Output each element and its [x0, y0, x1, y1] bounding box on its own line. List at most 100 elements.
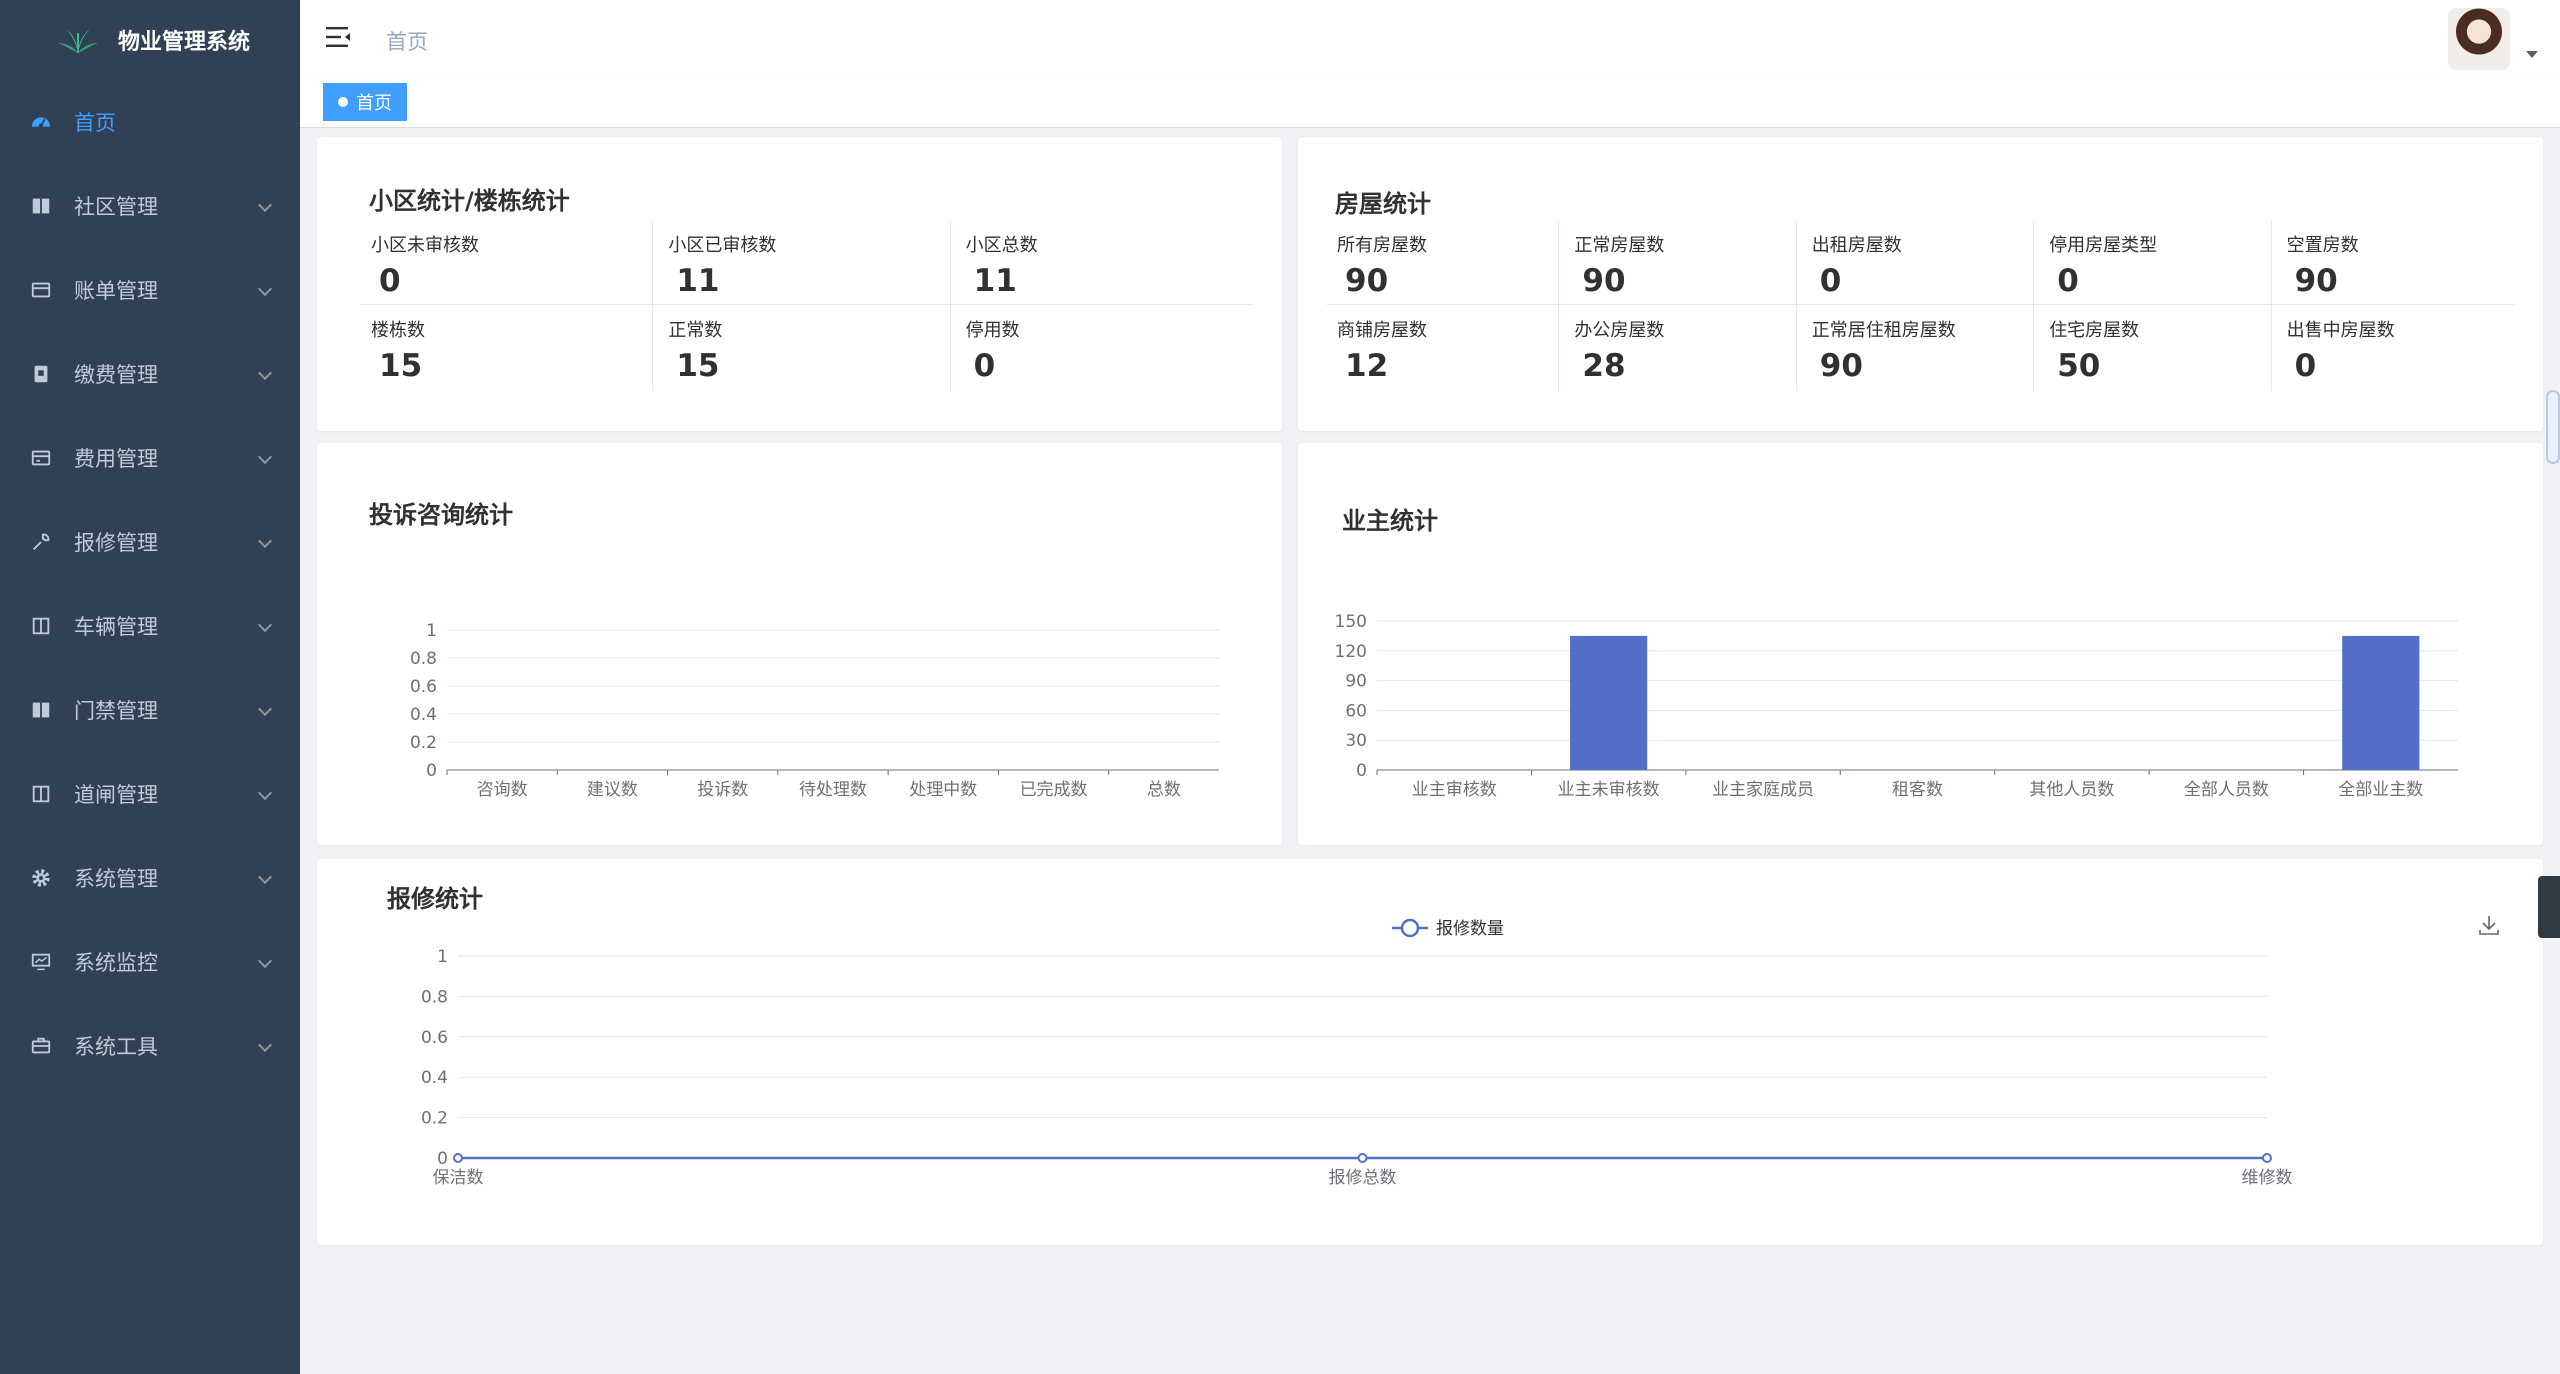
data-point: [453, 1153, 463, 1163]
stat-label: 正常房屋数: [1574, 235, 1665, 256]
sidebar-item-2[interactable]: 账单管理: [0, 248, 300, 332]
fee-icon: [28, 445, 54, 471]
divider: [652, 221, 654, 391]
sidebar: 物业管理系统 首页 社区管理账单管理缴费管理费用管理报修管理车辆管理门禁管理道闸管…: [0, 0, 300, 1374]
stat-label: 小区未审核数: [371, 235, 479, 256]
caret-down-icon[interactable]: [2526, 50, 2538, 58]
stat-label: 停用数: [965, 320, 1020, 341]
x-tick-label: 建议数: [587, 780, 638, 800]
x-tick-label: 维修数: [2242, 1168, 2293, 1188]
y-tick-label: 90: [1345, 672, 1367, 692]
x-tick-label: 全部业主数: [2338, 780, 2423, 800]
y-tick-label: 0.4: [410, 705, 437, 725]
sidebar-item-label: 系统管理: [74, 867, 158, 891]
stat-label: 办公房屋数: [1574, 320, 1665, 341]
breadcrumb[interactable]: 首页: [386, 26, 428, 56]
data-point: [1357, 1153, 1368, 1163]
y-tick-label: 0: [1356, 761, 1367, 781]
y-tick-label: 60: [1345, 701, 1367, 721]
stat-item: 所有房屋数 90: [1327, 221, 1564, 306]
divider: [1558, 221, 1560, 391]
sidebar-item-label: 账单管理: [74, 279, 158, 303]
sidebar-item-11[interactable]: 系统工具: [0, 1004, 300, 1088]
sidebar-item-label: 报修管理: [74, 531, 158, 555]
avatar[interactable]: [2448, 8, 2510, 70]
sidebar-item-8[interactable]: 道闸管理: [0, 752, 300, 836]
stat-item: 正常数 15: [658, 306, 955, 391]
stat-value: 90: [2294, 263, 2338, 299]
stat-item: 正常居住租房屋数 90: [1802, 306, 2039, 391]
sidebar-item-6[interactable]: 车辆管理: [0, 584, 300, 668]
hamburger-icon[interactable]: [326, 26, 352, 48]
divider: [361, 304, 1253, 305]
tag-home[interactable]: 首页: [323, 83, 407, 121]
x-tick-label: 咨询数: [477, 780, 528, 800]
x-tick-label: 其他人员数: [2029, 780, 2114, 800]
sidebar-item-3[interactable]: 缴费管理: [0, 332, 300, 416]
sidebar-item-4[interactable]: 费用管理: [0, 416, 300, 500]
x-tick-label: 报修总数: [1329, 1168, 1397, 1188]
stat-item: 出租房屋数 0: [1802, 221, 2039, 306]
sidebar-item-label: 车辆管理: [74, 615, 158, 639]
y-tick-label: 120: [1335, 642, 1367, 662]
stat-item: 商铺房屋数 12: [1327, 306, 1564, 391]
sidebar-item-0[interactable]: 首页: [0, 80, 300, 164]
repair-chart-card: 报修统计 0 0.2 0.4 0.6 0.8 1 保洁数 报修总数 维修数 报修数量: [317, 859, 2543, 1245]
y-tick-label: 0.8: [410, 649, 437, 669]
logo[interactable]: 物业管理系统: [0, 0, 300, 80]
community-stats-grid: 小区未审核数 0 小区已审核数 11 小区总数 11 楼栋数 15 正常数 15 停用数 0: [361, 221, 1253, 391]
stat-item: 小区未审核数 0: [361, 221, 658, 306]
stat-label: 小区总数: [965, 235, 1038, 256]
gate-icon: [28, 781, 54, 807]
app-root: 物业管理系统 首页 社区管理 账单管理 缴费管理 费用管理 报修管理 车辆管理 门禁管理 道闸管…: [0, 0, 2560, 1374]
divider: [949, 221, 951, 391]
sidebar-item-9[interactable]: 系统管理: [0, 836, 300, 920]
community-stats-title: 小区统计/楼栋统计: [369, 187, 570, 215]
book-icon: [28, 193, 54, 219]
sidebar-item-5[interactable]: 报修管理: [0, 500, 300, 584]
chevron-down-icon: [257, 197, 273, 213]
chevron-down-icon: [257, 617, 273, 633]
stat-item: 正常房屋数 90: [1564, 221, 1801, 306]
chevron-down-icon: [257, 365, 273, 381]
chevron-down-icon: [257, 449, 273, 465]
sidebar-item-label: 费用管理: [74, 447, 158, 471]
x-tick-label: 投诉数: [697, 780, 748, 800]
house-stats-title: 房屋统计: [1335, 190, 1431, 218]
dashboard: 小区统计/楼栋统计 小区未审核数 0 小区已审核数 11 小区总数 11 楼栋数 15 正常数 1…: [300, 128, 2560, 1374]
x-tick-label: 业主未审核数: [1558, 780, 1660, 800]
stat-label: 楼栋数: [371, 320, 425, 341]
sidebar-item-7[interactable]: 门禁管理: [0, 668, 300, 752]
stat-value: 0: [2294, 348, 2317, 384]
sidebar-item-label: 系统监控: [74, 951, 158, 975]
sidebar-item-label: 系统工具: [74, 1035, 158, 1059]
stat-value: 12: [1345, 348, 1389, 384]
chevron-down-icon: [257, 533, 273, 549]
x-tick-label: 保洁数: [433, 1168, 484, 1188]
x-tick-label: 已完成数: [1020, 780, 1088, 800]
x-tick-label: 总数: [1147, 780, 1181, 800]
sidebar-item-10[interactable]: 系统监控: [0, 920, 300, 1004]
stat-item: 空置房数 90: [2277, 221, 2514, 306]
stat-label: 所有房屋数: [1337, 235, 1427, 256]
x-tick-label: 全部人员数: [2184, 780, 2269, 800]
stat-label: 小区已审核数: [668, 235, 777, 256]
owner-chart-card: 业主统计 0 30 60 90 120 150 业主审核数 业主未审核数 业主家庭成员 租客数 其他…: [1298, 443, 2543, 845]
user-menu[interactable]: [2448, 8, 2538, 70]
house-stats-grid: 所有房屋数 90 正常房屋数 90 出租房屋数 0 停用房屋类型 0 空置房数 90 商铺房屋数 12…: [1327, 221, 2514, 391]
toolbox-icon: [28, 1033, 54, 1059]
download-icon[interactable]: [2477, 913, 2501, 937]
scrollbar-thumb[interactable]: [2546, 390, 2560, 464]
sidebar-item-label: 门禁管理: [74, 699, 158, 723]
legend-marker: [1400, 918, 1420, 938]
owner-bar-chart: 0 30 60 90 120 150 业主审核数 业主未审核数 业主家庭成员 租客数 其他人员数 全部…: [1335, 612, 2458, 800]
community-stats-card: 小区统计/楼栋统计 小区未审核数 0 小区已审核数 11 小区总数 11 楼栋数 15 正常数 1…: [317, 137, 1282, 431]
repair-icon: [28, 529, 54, 555]
repair-line-chart: 0 0.2 0.4 0.6 0.8 1 保洁数 报修总数 维修数 报修数量: [421, 918, 2293, 1188]
house-stats-card: 房屋统计 所有房屋数 90 正常房屋数 90 出租房屋数 0 停用房屋类型 0 空置房数 90 商铺…: [1298, 137, 2543, 431]
sidebar-item-1[interactable]: 社区管理: [0, 164, 300, 248]
chevron-down-icon: [257, 953, 273, 969]
stat-value: 0: [973, 348, 996, 384]
side-panel-handle[interactable]: [2538, 876, 2560, 938]
car-icon: [28, 613, 54, 639]
